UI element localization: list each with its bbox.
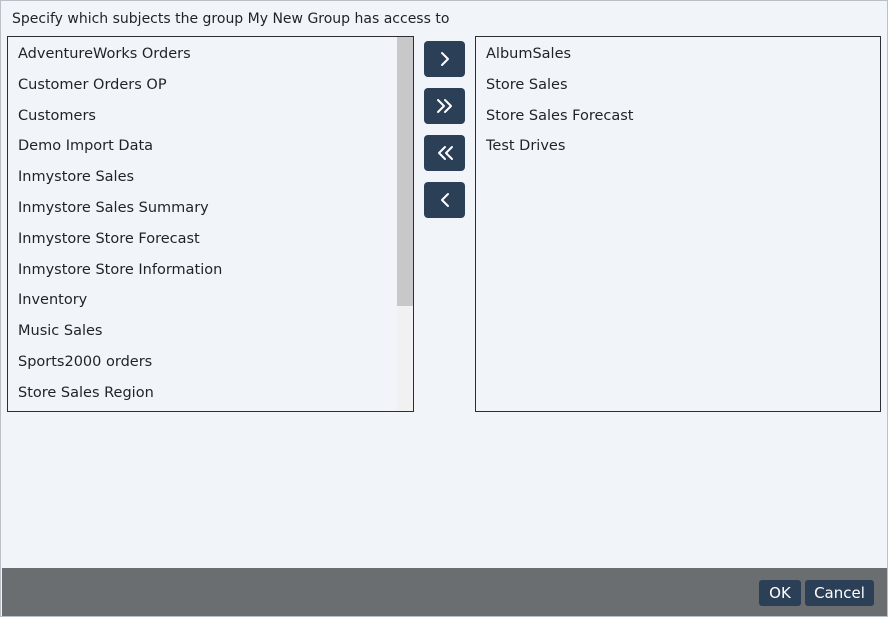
available-subjects-list[interactable]: AdventureWorks Orders Customer Orders OP… (7, 36, 414, 412)
list-item[interactable]: Inmystore Sales Summary (8, 193, 413, 224)
add-selected-button[interactable] (424, 41, 465, 77)
scrollbar-track[interactable] (397, 37, 413, 411)
ok-button[interactable]: OK (759, 580, 801, 606)
list-item[interactable]: Music Sales (8, 316, 413, 347)
list-item[interactable]: AdventureWorks Orders (8, 39, 413, 70)
selected-subjects-items: AlbumSales Store Sales Store Sales Forec… (476, 39, 880, 162)
list-item[interactable]: Inventory (8, 285, 413, 316)
available-subjects-items: AdventureWorks Orders Customer Orders OP… (8, 39, 413, 409)
list-item[interactable]: Customer Orders OP (8, 70, 413, 101)
remove-selected-button[interactable] (424, 182, 465, 218)
list-item[interactable]: Store Sales (476, 70, 880, 101)
chevron-left-icon (440, 193, 449, 207)
cancel-button[interactable]: Cancel (805, 580, 874, 606)
scrollbar-thumb[interactable] (397, 37, 413, 306)
list-item[interactable]: Customers (8, 101, 413, 132)
chevron-right-icon (440, 52, 449, 66)
list-item[interactable]: Test Drives (476, 131, 880, 162)
access-dialog: Specify which subjects the group My New … (0, 0, 888, 617)
list-item[interactable]: Demo Import Data (8, 131, 413, 162)
instruction-text: Specify which subjects the group My New … (12, 11, 450, 27)
dialog-footer: OK Cancel (2, 568, 887, 616)
list-item[interactable]: AlbumSales (476, 39, 880, 70)
selected-subjects-list[interactable]: AlbumSales Store Sales Store Sales Forec… (475, 36, 881, 412)
double-chevron-right-icon (436, 99, 452, 113)
list-item[interactable]: Inmystore Sales (8, 162, 413, 193)
double-chevron-left-icon (437, 146, 453, 160)
list-item[interactable]: Sports2000 orders (8, 347, 413, 378)
add-all-button[interactable] (424, 88, 465, 124)
list-item[interactable]: Inmystore Store Information (8, 255, 413, 286)
list-item[interactable]: Store Sales Region (8, 378, 413, 409)
list-item[interactable]: Inmystore Store Forecast (8, 224, 413, 255)
remove-all-button[interactable] (424, 135, 465, 171)
list-item[interactable]: Store Sales Forecast (476, 101, 880, 132)
